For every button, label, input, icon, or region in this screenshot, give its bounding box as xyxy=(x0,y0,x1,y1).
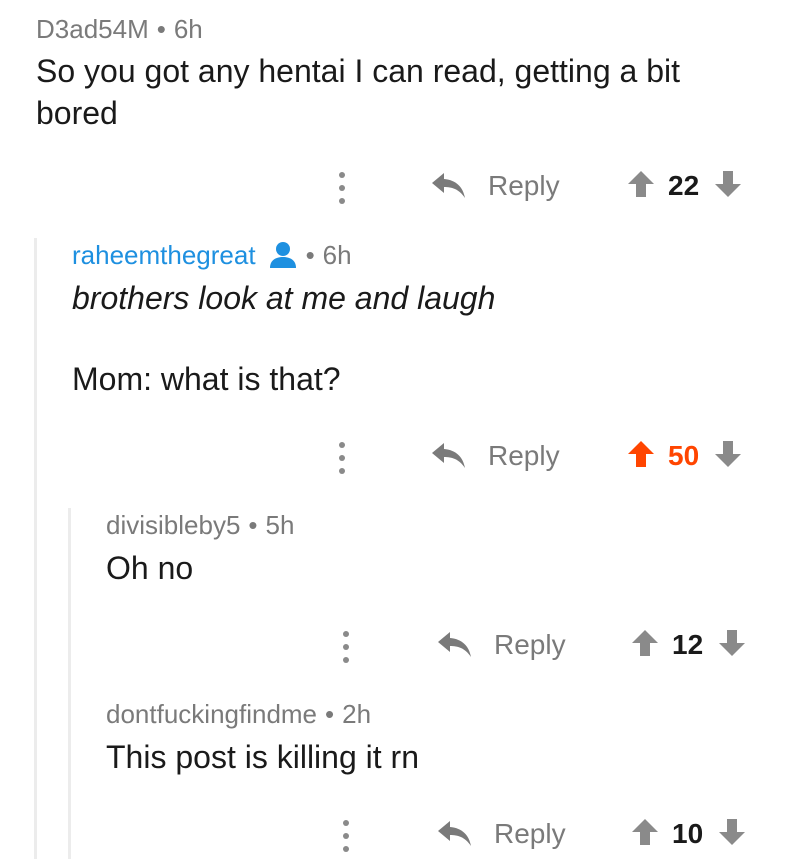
separator-dot: • xyxy=(305,240,315,270)
reply-arrow-icon xyxy=(432,443,465,468)
vote-controls: 12 xyxy=(630,625,747,665)
timestamp: 2h xyxy=(342,699,372,729)
reply-button[interactable]: Reply xyxy=(432,436,560,476)
username[interactable]: D3ad54M xyxy=(36,14,149,44)
thread-line-level1 xyxy=(34,238,37,859)
comment-text-line: bored xyxy=(36,95,118,131)
downvote-arrow-icon[interactable] xyxy=(717,628,747,663)
comment-actions: Reply 50 xyxy=(0,436,800,476)
upvote-arrow-icon[interactable] xyxy=(626,169,656,204)
username[interactable]: divisibleby5 xyxy=(106,510,240,540)
comment-meta: raheemthegreat • 6h xyxy=(72,240,352,270)
timestamp: 6h xyxy=(322,240,352,270)
more-options-button[interactable] xyxy=(336,629,356,665)
timestamp: 5h xyxy=(265,510,295,540)
comment-text-line: Mom: what is that? xyxy=(72,361,341,397)
timestamp: 6h xyxy=(173,14,203,44)
reply-label: Reply xyxy=(488,440,560,471)
reply-label: Reply xyxy=(488,170,560,201)
more-options-button[interactable] xyxy=(332,170,352,206)
separator-dot: • xyxy=(325,699,335,729)
reply-label: Reply xyxy=(494,629,566,660)
comment-text-line: Oh no xyxy=(106,550,194,586)
vote-controls: 22 xyxy=(626,166,743,206)
reply-button[interactable]: Reply xyxy=(438,814,566,854)
separator-dot: • xyxy=(248,510,258,540)
reply-label: Reply xyxy=(494,818,566,849)
comment-meta: divisibleby5 • 5h xyxy=(106,510,294,540)
reply-button[interactable]: Reply xyxy=(438,625,566,665)
downvote-arrow-icon[interactable] xyxy=(713,169,743,204)
score: 12 xyxy=(672,629,704,660)
upvote-arrow-icon[interactable] xyxy=(626,439,656,474)
comment-text-line: This post is killing it rn xyxy=(106,739,419,775)
reply-button[interactable]: Reply xyxy=(432,166,560,206)
comment-text-line: So you got any hentai I can read, gettin… xyxy=(36,53,680,89)
more-options-button[interactable] xyxy=(336,818,356,854)
person-icon xyxy=(268,241,298,269)
vote-controls: 10 xyxy=(630,814,747,854)
comment-actions: Reply 12 xyxy=(0,625,800,665)
comment-meta: D3ad54M • 6h xyxy=(36,14,203,44)
comment-actions: Reply 10 xyxy=(0,814,800,854)
score: 22 xyxy=(668,170,700,201)
score: 10 xyxy=(672,818,704,849)
downvote-arrow-icon[interactable] xyxy=(717,817,747,852)
upvote-arrow-icon[interactable] xyxy=(630,817,660,852)
comment-text-line: brothers look at me and laugh xyxy=(72,280,496,316)
thread-line-level2 xyxy=(68,508,71,859)
comment-actions: Reply 22 xyxy=(0,166,800,206)
username[interactable]: dontfuckingfindme xyxy=(106,699,317,729)
comment-meta: dontfuckingfindme • 2h xyxy=(106,699,371,729)
username[interactable]: raheemthegreat xyxy=(72,240,256,270)
separator-dot: • xyxy=(156,14,166,44)
upvote-arrow-icon[interactable] xyxy=(630,628,660,663)
score: 50 xyxy=(668,440,700,471)
reply-arrow-icon xyxy=(438,821,471,846)
reply-arrow-icon xyxy=(432,173,465,198)
more-options-button[interactable] xyxy=(332,440,352,476)
vote-controls: 50 xyxy=(626,436,743,476)
downvote-arrow-icon[interactable] xyxy=(713,439,743,474)
comment-body: So you got any hentai I can read, gettin… xyxy=(36,50,776,134)
reply-arrow-icon xyxy=(438,632,471,657)
